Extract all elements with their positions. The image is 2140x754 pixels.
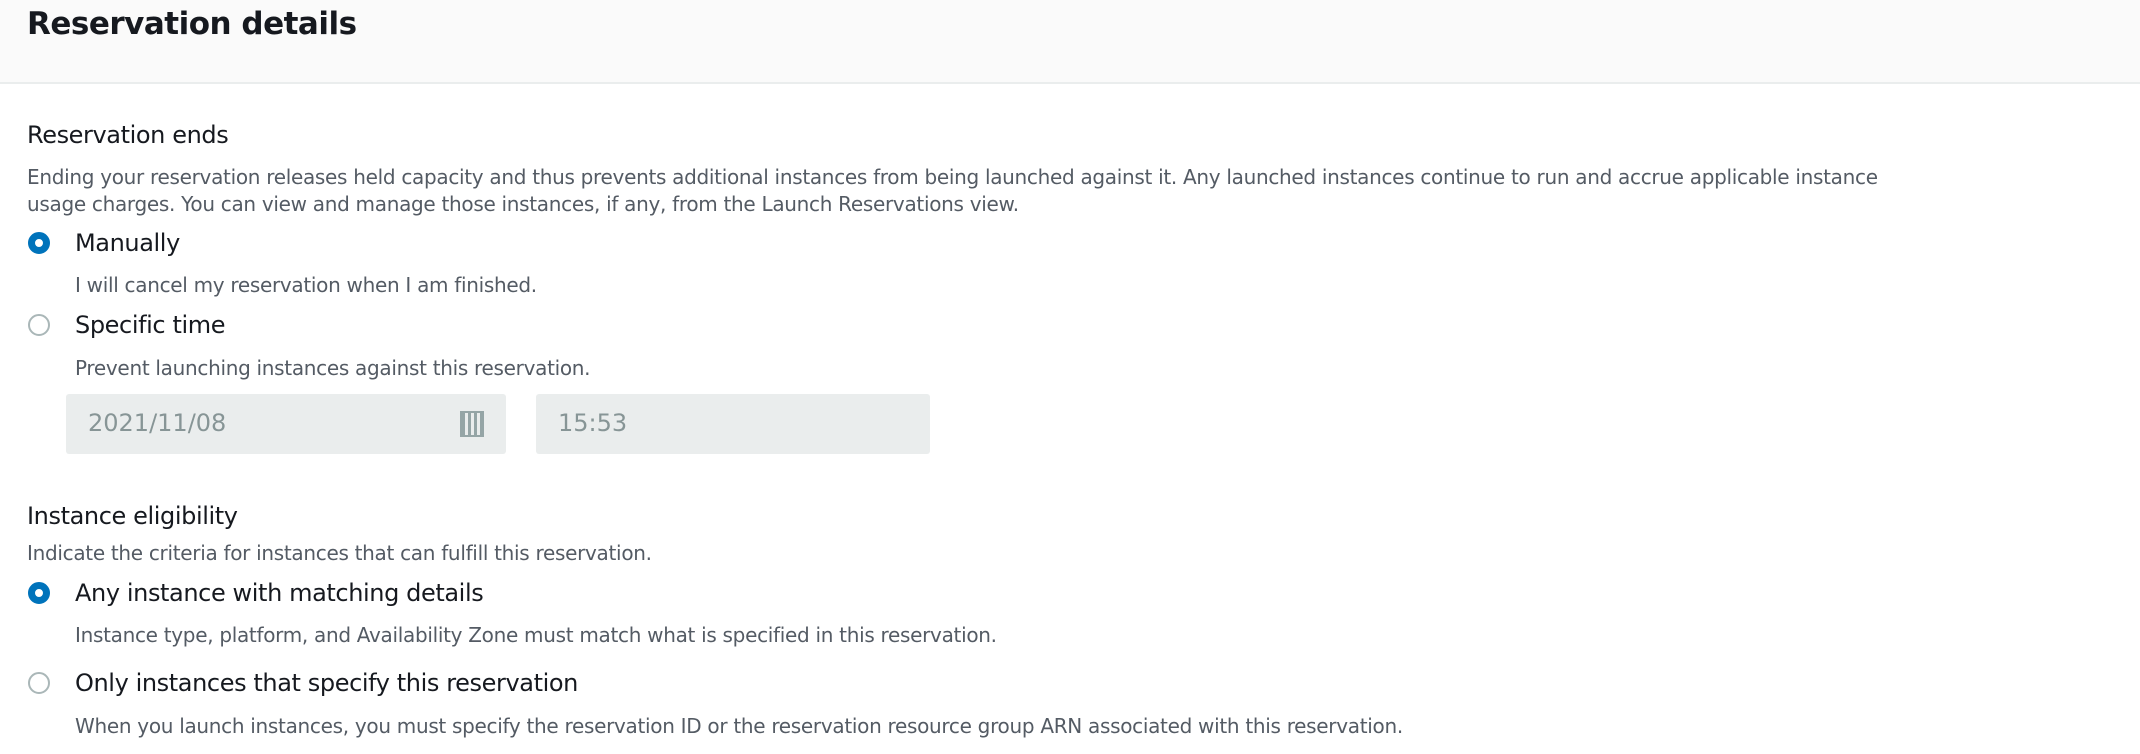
date-value: 2021/11/08: [88, 409, 227, 437]
option-only-specified-description: When you launch instances, you must spec…: [75, 714, 1403, 738]
reservation-ends-description-2: usage charges. You can view and manage t…: [27, 192, 1019, 216]
calendar-icon[interactable]: [460, 411, 484, 437]
time-input[interactable]: 15:53: [536, 394, 930, 454]
time-value: 15:53: [558, 409, 628, 437]
option-manually-label[interactable]: Manually: [75, 229, 180, 257]
radio-manually[interactable]: [28, 232, 50, 254]
radio-only-specified[interactable]: [28, 672, 50, 694]
option-only-specified-label[interactable]: Only instances that specify this reserva…: [75, 669, 578, 697]
page-title: Reservation details: [27, 6, 357, 42]
option-manually-description: I will cancel my reservation when I am f…: [75, 273, 537, 297]
instance-eligibility-description: Indicate the criteria for instances that…: [27, 541, 652, 565]
date-input[interactable]: 2021/11/08: [66, 394, 506, 454]
section-header: Reservation details: [0, 0, 2140, 84]
instance-eligibility-label: Instance eligibility: [27, 502, 238, 530]
option-any-instance-label[interactable]: Any instance with matching details: [75, 579, 484, 607]
reservation-ends-label: Reservation ends: [27, 121, 229, 149]
radio-any-instance[interactable]: [28, 582, 50, 604]
reservation-ends-description-1: Ending your reservation releases held ca…: [27, 165, 1878, 189]
option-specific-time-description: Prevent launching instances against this…: [75, 356, 591, 380]
option-any-instance-description: Instance type, platform, and Availabilit…: [75, 623, 997, 647]
radio-specific-time[interactable]: [28, 314, 50, 336]
option-specific-time-label[interactable]: Specific time: [75, 311, 225, 339]
